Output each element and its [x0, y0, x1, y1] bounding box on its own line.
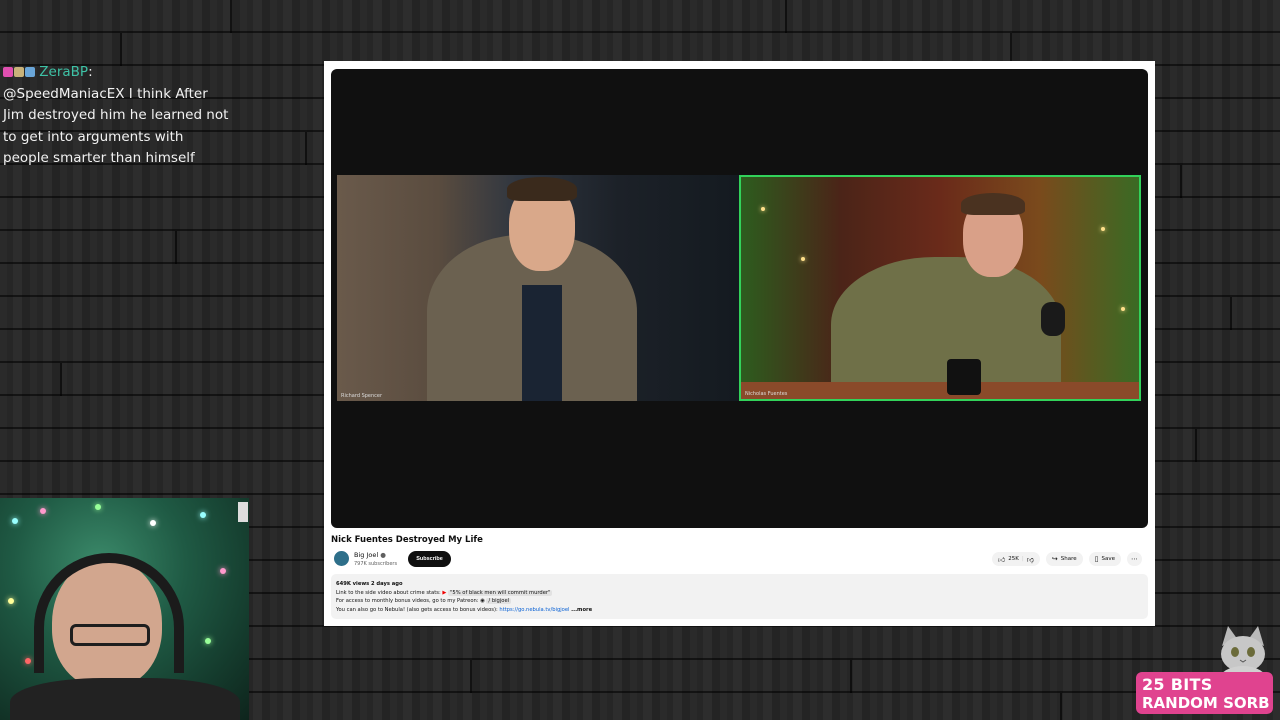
- participant-tile-left: Richard Spencer: [337, 175, 739, 401]
- chat-badges: [3, 67, 35, 77]
- video-description[interactable]: 649K views 2 days ago Link to the side v…: [331, 574, 1148, 619]
- bookmark-icon: ▯: [1094, 555, 1099, 563]
- participant-figure: [831, 257, 1061, 399]
- participant-hair: [961, 193, 1025, 215]
- description-line-2: For access to monthly bonus videos, go t…: [336, 598, 512, 605]
- more-icon: ⋯: [1131, 555, 1138, 563]
- participant-name: Richard Spencer: [341, 393, 383, 399]
- bits-alert: 25 BITS RANDOM SORB: [1136, 672, 1273, 714]
- mug: [947, 359, 981, 395]
- like-dislike-group: 👍︎ 25K | 👎︎: [991, 552, 1040, 566]
- share-button[interactable]: ↪ Share: [1045, 552, 1083, 566]
- participant-hair: [507, 177, 577, 201]
- youtube-link-icon: ▶: [442, 589, 447, 596]
- nebula-link[interactable]: https://go.nebula.tv/bigjoel: [499, 607, 569, 613]
- video-title: Nick Fuentes Destroyed My Life: [331, 535, 483, 545]
- save-button[interactable]: ▯ Save: [1088, 552, 1121, 566]
- description-line-1: Link to the side video about crime stats…: [336, 589, 553, 596]
- participant-tile-right: Nicholas Fuentes: [739, 175, 1141, 401]
- heart-badge-icon: [3, 67, 13, 77]
- show-more-link[interactable]: ...more: [571, 607, 592, 613]
- subscribe-button[interactable]: Subscribe: [408, 551, 451, 567]
- sub-badge-icon: [14, 67, 24, 77]
- description-line-3: You can also go to Nebula! (also gets ac…: [336, 606, 593, 613]
- view-count-date: 649K views 2 days ago: [336, 581, 403, 587]
- bits-sender: RANDOM SORB: [1142, 694, 1270, 712]
- subscriber-count: 797K subscribers: [354, 561, 398, 567]
- headphones-icon: [34, 553, 184, 673]
- bits-amount: 25 BITS: [1142, 675, 1213, 694]
- streamer-shirt: [10, 678, 240, 720]
- channel-avatar[interactable]: [334, 551, 349, 566]
- channel-row: Big Joel ● 797K subscribers Subscribe 👍︎…: [331, 549, 1148, 571]
- microphone: [1041, 302, 1065, 336]
- webcam-handle: [238, 502, 248, 522]
- video-actions: 👍︎ 25K | 👎︎ ↪ Share ▯ Save ⋯: [991, 552, 1142, 566]
- dislike-icon[interactable]: 👎︎: [1027, 555, 1034, 564]
- glasses: [70, 624, 150, 646]
- bits-badge-icon: [25, 67, 35, 77]
- video-player[interactable]: Richard Spencer Nicholas Fuentes: [331, 69, 1148, 528]
- desk: [741, 382, 1139, 399]
- crime-stats-link[interactable]: "5% of black men will commit murder": [448, 589, 553, 596]
- chat-username: ZeraBP: [39, 64, 89, 80]
- chat-message: ZeraBP: @SpeedManiacEX I think After Jim…: [3, 62, 231, 170]
- chat-text: @SpeedManiacEX I think After Jim destroy…: [3, 85, 229, 167]
- participant-shirt: [522, 285, 562, 401]
- like-icon[interactable]: 👍︎: [998, 555, 1005, 564]
- youtube-window: Richard Spencer Nicholas Fuentes Nick Fu…: [324, 61, 1155, 626]
- participant-name: Nicholas Fuentes: [745, 391, 788, 397]
- more-actions-button[interactable]: ⋯: [1127, 552, 1142, 566]
- streamer-webcam: [0, 498, 249, 720]
- channel-name[interactable]: Big Joel ●: [354, 551, 386, 559]
- like-count[interactable]: 25K: [1008, 556, 1019, 562]
- patreon-icon: ◉: [480, 598, 485, 605]
- share-icon: ↪: [1051, 555, 1058, 563]
- save-label: Save: [1101, 556, 1115, 562]
- verified-icon: ●: [380, 551, 386, 559]
- patreon-link[interactable]: / bigjoel: [486, 598, 512, 605]
- share-label: Share: [1060, 556, 1077, 562]
- chat-separator: :: [88, 64, 93, 80]
